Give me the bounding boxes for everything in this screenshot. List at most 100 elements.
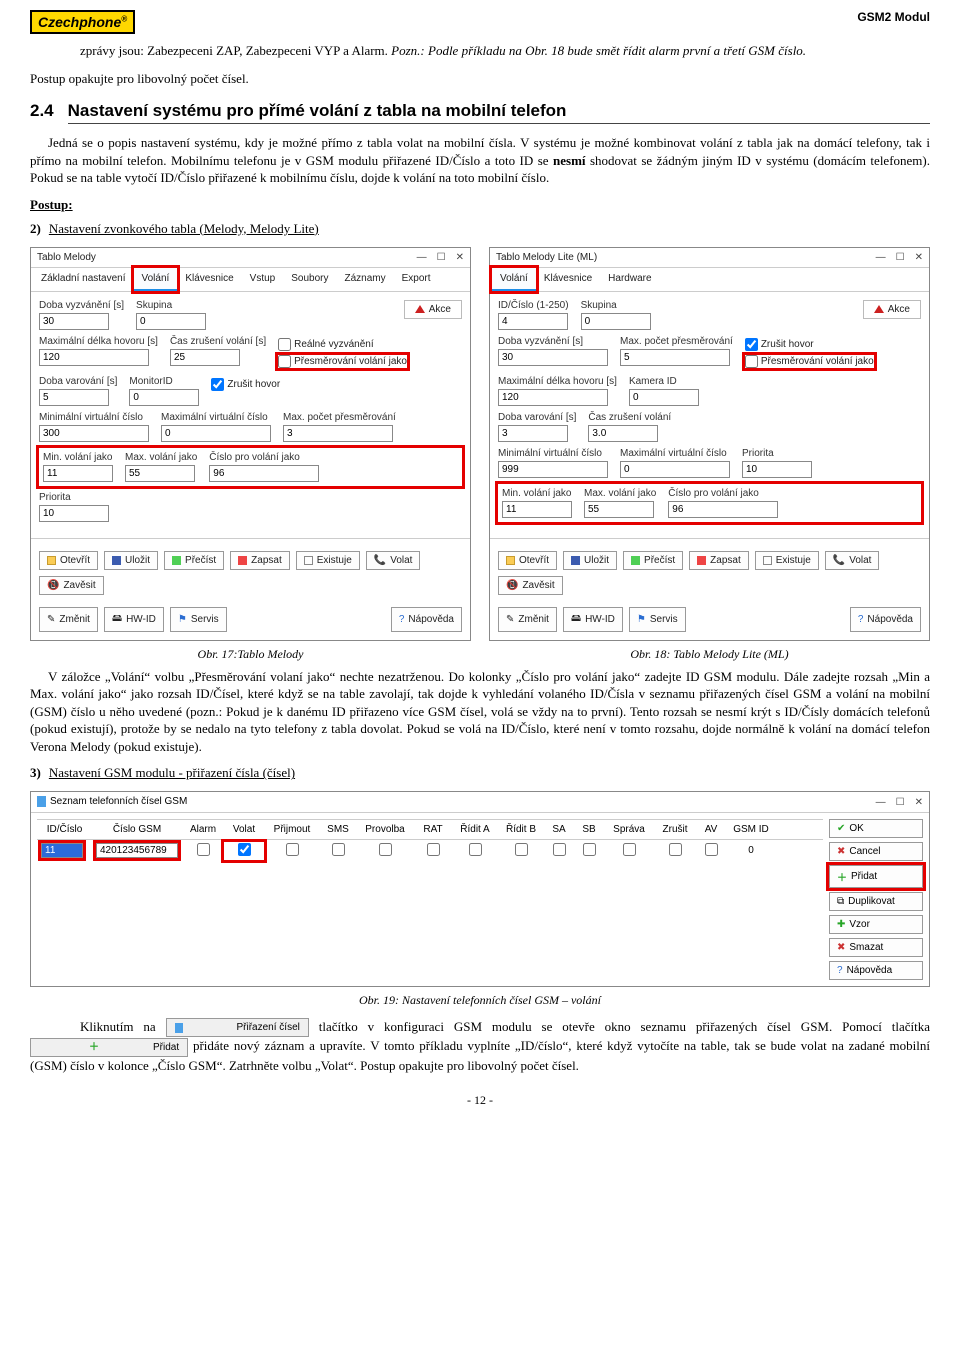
- minimize-icon[interactable]: —: [876, 252, 886, 263]
- btn-precist[interactable]: Přečíst: [623, 551, 683, 570]
- inline-btn-prirazeni[interactable]: Přiřazení čísel: [166, 1018, 309, 1038]
- btn-ok[interactable]: ✔OK: [829, 819, 923, 838]
- chk-presmerovani[interactable]: Přesměrování volání jako: [278, 355, 407, 368]
- window-title: Tablo Melody: [37, 252, 96, 263]
- chk-realne[interactable]: Reálné vyzvánění: [278, 338, 407, 351]
- minimize-icon[interactable]: —: [417, 252, 427, 263]
- field-doba-var: Doba varování [s]: [498, 412, 576, 442]
- btn-cancel[interactable]: ✖Cancel: [829, 842, 923, 861]
- close-icon[interactable]: ✕: [456, 252, 464, 263]
- call-icon: 📞: [374, 555, 386, 566]
- cell-gsm[interactable]: 420123456789: [96, 843, 178, 858]
- btn-otevrit[interactable]: Otevřít: [39, 551, 98, 570]
- akce-button[interactable]: Akce: [404, 300, 462, 319]
- chk-alarm[interactable]: [197, 843, 210, 856]
- btn-ulozit[interactable]: Uložit: [104, 551, 158, 570]
- btn-servis[interactable]: ⚑Servis: [629, 607, 686, 632]
- btn-hwid[interactable]: 🖴HW-ID: [104, 607, 164, 632]
- cell-id[interactable]: 11: [41, 843, 83, 858]
- chk-zrusit[interactable]: [669, 843, 682, 856]
- btn-ulozit[interactable]: Uložit: [563, 551, 617, 570]
- chk-prijmout[interactable]: [286, 843, 299, 856]
- chk-zrusit-hovor[interactable]: Zrušit hovor: [745, 338, 874, 351]
- chk-sprava[interactable]: [623, 843, 636, 856]
- close-icon[interactable]: ✕: [915, 252, 923, 263]
- chk-zrusit-hovor[interactable]: Zrušit hovor: [211, 378, 280, 391]
- btn-volat[interactable]: 📞Volat: [825, 551, 880, 570]
- warning-icon: [874, 305, 884, 313]
- btn-napoveda[interactable]: ?Nápověda: [391, 607, 462, 632]
- btn-zavesit[interactable]: 📵Zavěsit: [498, 576, 563, 595]
- warning-icon: [415, 305, 425, 313]
- bottom-buttons: Otevřít Uložit Přečíst Zapsat Existuje 📞…: [490, 547, 929, 603]
- chk-volat[interactable]: [238, 843, 251, 856]
- tab-klavesnice[interactable]: Klávesnice: [177, 268, 241, 291]
- exists-icon: [304, 556, 313, 565]
- tab-zaznamy[interactable]: Záznamy: [337, 268, 394, 291]
- service-icon: ⚑: [637, 614, 646, 625]
- chk-sa[interactable]: [553, 843, 566, 856]
- btn-zapsat[interactable]: Zapsat: [230, 551, 290, 570]
- btn-existuje[interactable]: Existuje: [296, 551, 360, 570]
- tab-vstup[interactable]: Vstup: [242, 268, 284, 291]
- tab-zakladni[interactable]: Základní nastavení: [33, 268, 134, 291]
- btn-zmenit[interactable]: ✎Změnit: [39, 607, 98, 632]
- btn-volat[interactable]: 📞Volat: [366, 551, 421, 570]
- field-min-virt: Minimální virtuální číslo: [498, 448, 608, 478]
- tab-volani[interactable]: Volání: [134, 268, 178, 291]
- minimize-icon[interactable]: —: [876, 797, 886, 808]
- btn-vzor[interactable]: ✚Vzor: [829, 915, 923, 934]
- table-row[interactable]: 11 420123456789 0: [37, 840, 823, 862]
- chk-provolba[interactable]: [379, 843, 392, 856]
- btn-existuje[interactable]: Existuje: [755, 551, 819, 570]
- btn-duplikovat[interactable]: ⧉Duplikovat: [829, 892, 923, 911]
- chk-rat[interactable]: [427, 843, 440, 856]
- hangup-icon: 📵: [47, 580, 59, 591]
- btn-hwid[interactable]: 🖴HW-ID: [563, 607, 623, 632]
- chk-ridita[interactable]: [469, 843, 482, 856]
- tab-export[interactable]: Export: [394, 268, 439, 291]
- btn-servis[interactable]: ⚑Servis: [170, 607, 227, 632]
- chip-icon: 🖴: [112, 611, 122, 628]
- btn-precist[interactable]: Přečíst: [164, 551, 224, 570]
- tab-klavesnice[interactable]: Klávesnice: [536, 268, 600, 291]
- field-doba-vyz: Doba vyzvánění [s]: [498, 336, 608, 370]
- window-title: Tablo Melody Lite (ML): [496, 252, 597, 263]
- field-priorita: Priorita: [39, 492, 109, 522]
- two-screenshots: Tablo Melody — ☐ ✕ Základní nastavení Volá…: [30, 247, 930, 662]
- field-priorita: Priorita: [742, 448, 812, 478]
- maximize-icon[interactable]: ☐: [437, 252, 446, 263]
- btn-smazat[interactable]: ✖Smazat: [829, 938, 923, 957]
- btn-pridat[interactable]: ＋Přidat: [829, 865, 923, 888]
- close-icon[interactable]: ✕: [915, 797, 923, 808]
- chip-icon: 🖴: [571, 611, 581, 628]
- tab-soubory[interactable]: Soubory: [283, 268, 336, 291]
- maximize-icon[interactable]: ☐: [896, 252, 905, 263]
- btn-napoveda[interactable]: ?Nápověda: [829, 961, 923, 980]
- chk-sms[interactable]: [332, 843, 345, 856]
- write-icon: [238, 556, 247, 565]
- inline-btn-pridat[interactable]: ＋Přidat: [30, 1038, 188, 1058]
- logo: Czechphone®: [30, 10, 135, 34]
- chk-av[interactable]: [705, 843, 718, 856]
- chk-riditb[interactable]: [515, 843, 528, 856]
- tab-hardware[interactable]: Hardware: [600, 268, 659, 291]
- btn-zavesit[interactable]: 📵Zavěsit: [39, 576, 104, 595]
- btn-otevrit[interactable]: Otevřít: [498, 551, 557, 570]
- page-number: - 12 -: [30, 1093, 930, 1108]
- sim-icon: [175, 1023, 183, 1033]
- chk-sb[interactable]: [583, 843, 596, 856]
- read-icon: [172, 556, 181, 565]
- field-cas-zrus: Čas zrušení volání: [588, 412, 671, 442]
- field-min-virt: Minimální virtuální číslo: [39, 412, 149, 442]
- btn-zapsat[interactable]: Zapsat: [689, 551, 749, 570]
- btn-napoveda[interactable]: ?Nápověda: [850, 607, 921, 632]
- edit-icon: ✎: [506, 614, 514, 625]
- tab-volani[interactable]: Volání: [492, 268, 536, 291]
- chk-presmerovani[interactable]: Přesměrování volání jako: [745, 355, 874, 368]
- btn-zmenit[interactable]: ✎Změnit: [498, 607, 557, 632]
- field-max-volani: Max. volání jako: [125, 452, 197, 482]
- maximize-icon[interactable]: ☐: [896, 797, 905, 808]
- cancel-icon: ✖: [837, 846, 845, 857]
- akce-button[interactable]: Akce: [863, 300, 921, 319]
